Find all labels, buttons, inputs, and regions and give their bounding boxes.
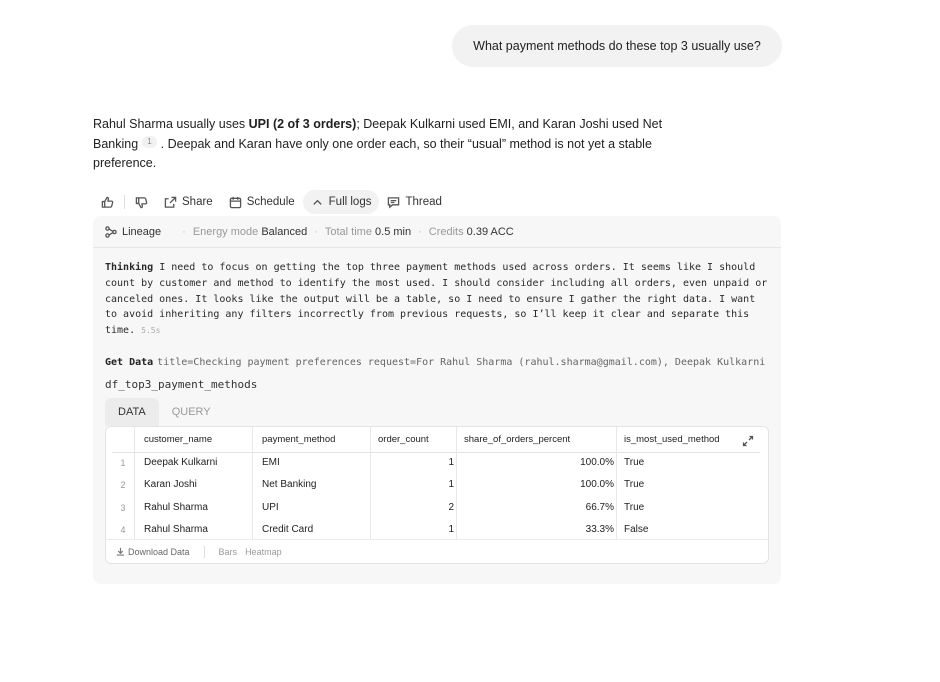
table-row[interactable]: 2 Karan Joshi Net Banking 1 100.0% True [112, 474, 760, 496]
column-header[interactable]: payment_method [262, 427, 335, 453]
full-logs-button[interactable]: Full logs [302, 190, 380, 214]
download-icon [116, 547, 125, 556]
share-label: Share [182, 196, 213, 208]
message-actions: Share Schedule Full logs Thread [93, 190, 450, 214]
thumbs-down-button[interactable] [127, 190, 156, 214]
credits-value: 0.39 ACC [466, 226, 514, 238]
schedule-label: Schedule [246, 196, 295, 208]
user-message-bubble: What payment methods do these top 3 usua… [452, 25, 782, 67]
thinking-label: Thinking [105, 262, 154, 273]
column-header[interactable]: order_count [378, 427, 429, 453]
expand-icon [742, 435, 754, 447]
answer-text-3: . Deepak and Karan have only one order e… [93, 136, 652, 171]
table-footer: Download Data Bars Heatmap [106, 539, 768, 563]
cell-most-used: True [624, 457, 645, 468]
cell-share-percent: 66.7% [585, 502, 614, 513]
row-index: 2 [120, 480, 126, 490]
cell-share-percent: 100.0% [580, 457, 614, 468]
cell-order-count: 1 [448, 457, 454, 468]
cell-order-count: 1 [448, 479, 454, 490]
cell-share-percent: 100.0% [580, 479, 614, 490]
calendar-icon [229, 196, 241, 208]
table-row[interactable]: 1 Deepak Kulkarni EMI 1 100.0% True [112, 452, 760, 474]
dataframe-name: df_top3_payment_methods [105, 378, 258, 391]
run-meta-bar: Lineage · Energy mode Balanced · Total t… [105, 225, 514, 239]
row-index: 4 [120, 525, 126, 535]
cell-share-percent: 33.3% [585, 524, 614, 535]
thinking-duration: 5.5s [141, 326, 161, 336]
get-data-step[interactable]: Get Data title=Checking payment preferen… [105, 355, 769, 369]
cell-customer-name: Rahul Sharma [144, 524, 208, 535]
bars-button[interactable]: Bars [219, 547, 238, 557]
share-icon [164, 196, 177, 208]
share-button[interactable]: Share [156, 190, 221, 214]
heatmap-button[interactable]: Heatmap [245, 547, 282, 557]
thumbs-down-icon [135, 196, 148, 208]
column-header[interactable]: is_most_used_method [624, 427, 720, 453]
data-table: customer_name payment_method order_count… [105, 426, 769, 564]
chevron-up-icon [312, 199, 322, 205]
get-data-label: Get Data [105, 356, 154, 368]
get-data-params: title=Checking payment preferences reque… [157, 356, 769, 368]
cell-payment-method: EMI [262, 457, 280, 468]
table-row[interactable]: 4 Rahul Sharma Credit Card 1 33.3% False [112, 519, 760, 541]
cell-most-used: True [624, 502, 645, 513]
cell-most-used: True [624, 479, 645, 490]
lineage-icon [105, 226, 117, 238]
lineage-button[interactable]: Lineage [105, 226, 161, 238]
divider [203, 545, 205, 558]
expand-button[interactable] [742, 434, 754, 447]
schedule-button[interactable]: Schedule [221, 190, 303, 214]
total-time-value: 0.5 min [375, 226, 412, 238]
full-logs-label: Full logs [328, 196, 372, 208]
download-data-button[interactable]: Download Data [116, 547, 190, 557]
thinking-block: Thinking I need to focus on getting the … [105, 260, 770, 339]
tab-query[interactable]: QUERY [159, 398, 224, 426]
thread-label: Thread [405, 196, 442, 208]
lineage-label: Lineage [122, 226, 162, 238]
cell-payment-method: UPI [262, 502, 279, 513]
answer-bold-text: UPI (2 of 3 orders) [248, 117, 357, 131]
assistant-answer: Rahul Sharma usually uses UPI (2 of 3 or… [93, 115, 683, 174]
download-data-label: Download Data [128, 546, 190, 557]
thinking-text: I need to focus on getting the top three… [105, 262, 774, 337]
cell-order-count: 2 [448, 502, 454, 513]
energy-mode-value: Balanced [261, 226, 308, 238]
thumbs-up-icon [101, 196, 114, 208]
dataframe-tabs: DATA QUERY [105, 398, 224, 426]
cell-most-used: False [624, 524, 649, 535]
citation-badge[interactable]: 1 [142, 135, 157, 148]
answer-text-1: Rahul Sharma usually uses [93, 117, 249, 131]
cell-customer-name: Rahul Sharma [144, 502, 208, 513]
divider [124, 195, 125, 209]
tab-data[interactable]: DATA [105, 398, 159, 426]
row-index: 1 [120, 458, 126, 468]
logs-panel: Lineage · Energy mode Balanced · Total t… [93, 216, 781, 584]
divider [93, 247, 781, 248]
thread-button[interactable]: Thread [379, 190, 449, 214]
thumbs-up-button[interactable] [93, 190, 122, 214]
column-header[interactable]: customer_name [144, 427, 212, 453]
credits-label: Credits [428, 226, 464, 238]
chat-bubble-icon [388, 196, 400, 209]
cell-customer-name: Deepak Kulkarni [144, 457, 218, 468]
column-header[interactable]: share_of_orders_percent [464, 427, 570, 453]
table-header: customer_name payment_method order_count… [112, 427, 760, 453]
table-row[interactable]: 3 Rahul Sharma UPI 2 66.7% True [112, 497, 760, 519]
cell-payment-method: Net Banking [262, 479, 317, 490]
row-index: 3 [120, 503, 126, 513]
user-message-text: What payment methods do these top 3 usua… [473, 39, 761, 53]
cell-payment-method: Credit Card [262, 524, 314, 535]
total-time-label: Total time [324, 226, 372, 238]
cell-customer-name: Karan Joshi [144, 479, 197, 490]
cell-order-count: 1 [448, 524, 454, 535]
energy-mode-label: Energy mode [192, 226, 259, 238]
